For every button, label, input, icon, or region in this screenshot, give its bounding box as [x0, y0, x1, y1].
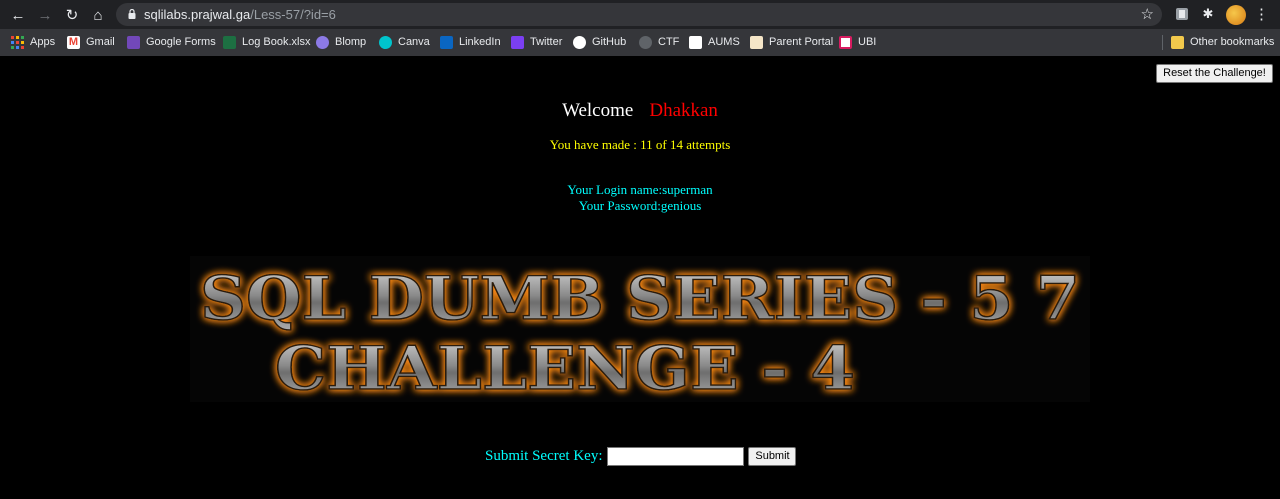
login-name: Your Login name:superman	[567, 182, 713, 197]
bookmark-log-book[interactable]: Log Book.xlsx	[223, 34, 310, 50]
bookmark-label: Apps	[30, 36, 56, 48]
bookmark-label: Twitter	[530, 36, 563, 48]
bookmark-parent-portal[interactable]: Parent Portal	[750, 34, 833, 50]
bookmark-blomp[interactable]: Blomp	[316, 34, 366, 50]
ctf-icon	[639, 35, 652, 49]
google-forms-icon	[127, 35, 140, 49]
reset-challenge-button[interactable]: Reset the Challenge!	[1156, 64, 1273, 83]
page-content: Reset the Challenge! Welcome Dhakkan You …	[0, 56, 1280, 499]
github-icon	[573, 35, 586, 49]
secret-key-form: Submit Secret Key: Submit	[485, 445, 797, 467]
folder-icon	[1171, 35, 1184, 49]
challenge-banner: SQL DUMB SERIES - 5 7 CHALLENGE - 4	[190, 256, 1090, 402]
bookmark-label: LinkedIn	[459, 36, 501, 48]
login-password: Your Password:genious	[578, 198, 702, 213]
submit-button[interactable]: Submit	[748, 446, 797, 466]
forward-icon[interactable]: →	[34, 4, 56, 26]
welcome-name: Dhakkan	[649, 100, 718, 121]
aums-icon	[689, 35, 702, 49]
welcome-label: Welcome	[562, 100, 634, 121]
bookmark-gmail[interactable]: M Gmail	[67, 34, 115, 50]
bookmark-apps[interactable]: Apps	[11, 34, 55, 50]
attempts-text: You have made : 11 of 14 attempts	[549, 137, 731, 152]
bookmark-ctf[interactable]: CTF	[639, 34, 679, 50]
url-text: sqlilabs.prajwal.ga/Less-57/?id=6	[144, 7, 336, 22]
banner-line-2: CHALLENGE - 4	[275, 334, 855, 402]
puzzle-icon[interactable]: ✱	[1199, 5, 1217, 23]
excel-icon	[223, 35, 236, 49]
secret-key-input[interactable]	[607, 446, 745, 466]
banner-graphic: SQL DUMB SERIES - 5 7 CHALLENGE - 4	[199, 263, 1081, 402]
secret-key-label: Submit Secret Key:	[485, 447, 603, 464]
bookmarks-bar: Apps M Gmail Google Forms Log Book.xlsx …	[0, 29, 1280, 56]
browser-toolbar: ← → ↻ ⌂ sqlilabs.prajwal.ga/Less-57/?id=…	[0, 0, 1280, 29]
bookmark-twitter[interactable]: Twitter	[511, 34, 562, 50]
menu-icon[interactable]: ⋮	[1254, 5, 1269, 23]
bookmark-label: CTF	[658, 36, 680, 48]
back-icon[interactable]: ←	[7, 4, 29, 26]
gmail-icon: M	[67, 35, 80, 49]
bookmark-label: Parent Portal	[769, 36, 834, 48]
parent-portal-icon	[750, 35, 763, 49]
linkedin-icon	[440, 35, 453, 49]
profile-avatar[interactable]	[1226, 5, 1246, 25]
bookmark-google-forms[interactable]: Google Forms	[127, 34, 216, 50]
bookmark-label: UBI	[858, 36, 877, 48]
extension-icon[interactable]	[1173, 5, 1191, 23]
ubi-icon	[839, 35, 852, 49]
canva-icon	[379, 35, 392, 49]
bookmark-label: AUMS	[708, 36, 740, 48]
apps-grid-icon	[11, 35, 24, 49]
bookmark-github[interactable]: GitHub	[573, 34, 626, 50]
bookmark-linkedin[interactable]: LinkedIn	[440, 34, 501, 50]
blomp-icon	[316, 35, 329, 49]
url-path: /Less-57/?id=6	[250, 7, 336, 22]
address-bar[interactable]: sqlilabs.prajwal.ga/Less-57/?id=6 ☆	[116, 3, 1162, 26]
bookmark-star-icon[interactable]: ☆	[1141, 5, 1154, 23]
bookmark-label: Canva	[398, 36, 430, 48]
reload-icon[interactable]: ↻	[61, 4, 83, 26]
bookmark-aums[interactable]: AUMS	[689, 34, 740, 50]
bookmark-label: Log Book.xlsx	[242, 36, 311, 48]
other-bookmarks[interactable]: Other bookmarks	[1171, 34, 1274, 50]
bookmark-ubi[interactable]: UBI	[839, 34, 876, 50]
other-bookmarks-label: Other bookmarks	[1190, 36, 1275, 48]
lock-icon	[128, 9, 136, 19]
bookmarks-divider	[1162, 35, 1163, 50]
welcome-line: Welcome Dhakkan	[0, 100, 1280, 122]
banner-line-1: SQL DUMB SERIES - 5 7	[200, 264, 1080, 334]
twitter-icon	[511, 35, 524, 49]
url-host: sqlilabs.prajwal.ga	[144, 7, 251, 22]
bookmark-label: Blomp	[335, 36, 367, 48]
login-info: Your Login name:superman Your Password:g…	[0, 182, 1280, 214]
home-icon[interactable]: ⌂	[87, 4, 109, 26]
bookmark-label: Google Forms	[146, 36, 216, 48]
bookmark-canva[interactable]: Canva	[379, 34, 430, 50]
bookmark-label: GitHub	[592, 36, 627, 48]
bookmark-label: Gmail	[86, 36, 115, 48]
